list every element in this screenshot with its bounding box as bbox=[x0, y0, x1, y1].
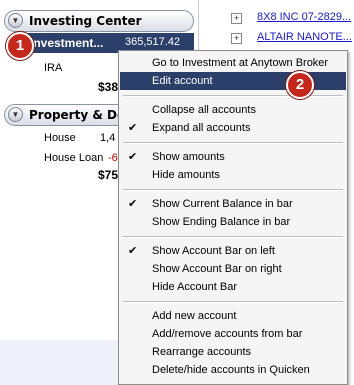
menu-separator bbox=[123, 95, 343, 97]
menu-item-label: Show Account Bar on left bbox=[152, 245, 275, 257]
menu-item-label: Hide Account Bar bbox=[152, 281, 237, 293]
security-link[interactable]: ALTAIR NANOTE... bbox=[257, 31, 352, 43]
account-name-house[interactable]: House bbox=[44, 132, 76, 144]
menu-item-show-current-balance[interactable]: ✔ Show Current Balance in bar bbox=[120, 195, 346, 213]
menu-item-bar-on-right[interactable]: Show Account Bar on right bbox=[120, 260, 346, 278]
checkmark-icon: ✔ bbox=[128, 245, 138, 257]
checkmark-icon: ✔ bbox=[128, 198, 138, 210]
menu-item-label: Rearrange accounts bbox=[152, 346, 252, 358]
expand-plus-icon[interactable]: + bbox=[231, 33, 242, 44]
menu-item-label: Show Ending Balance in bar bbox=[152, 216, 291, 228]
menu-separator bbox=[123, 142, 343, 144]
list-item[interactable]: + 8X8 INC 07-2829... bbox=[199, 8, 354, 28]
callout-badge-1: 1 bbox=[6, 32, 34, 60]
menu-item-expand-all[interactable]: ✔ Expand all accounts bbox=[120, 119, 346, 137]
menu-item-go-to-investment[interactable]: Go to Investment at Anytown Broker bbox=[120, 54, 346, 72]
account-amount: 365,517.42 bbox=[125, 36, 181, 48]
menu-item-label: Go to Investment at Anytown Broker bbox=[152, 57, 329, 69]
menu-item-label: Add new account bbox=[152, 310, 237, 322]
context-menu: Go to Investment at Anytown Broker Edit … bbox=[118, 50, 348, 385]
menu-separator bbox=[123, 189, 343, 191]
menu-item-delete-hide-accounts[interactable]: Delete/hide accounts in Quicken bbox=[120, 361, 346, 379]
security-link[interactable]: 8X8 INC 07-2829... bbox=[257, 11, 351, 23]
menu-item-label: Show Account Bar on right bbox=[152, 263, 282, 275]
account-name-house-loan[interactable]: House Loan bbox=[44, 152, 103, 164]
menu-item-label: Show amounts bbox=[152, 151, 225, 163]
menu-item-collapse-all[interactable]: Collapse all accounts bbox=[120, 101, 346, 119]
menu-separator bbox=[123, 236, 343, 238]
menu-item-hide-amounts[interactable]: Hide amounts bbox=[120, 166, 346, 184]
menu-item-label: Hide amounts bbox=[152, 169, 220, 181]
account-name-ira[interactable]: IRA bbox=[44, 62, 62, 74]
menu-item-show-ending-balance[interactable]: Show Ending Balance in bar bbox=[120, 213, 346, 231]
menu-item-rearrange-accounts[interactable]: Rearrange accounts bbox=[120, 343, 346, 361]
collapse-chevron-icon[interactable]: ▼ bbox=[8, 13, 23, 28]
account-amount-house: 1,4 bbox=[100, 132, 116, 144]
menu-item-show-amounts[interactable]: ✔ Show amounts bbox=[120, 148, 346, 166]
expand-plus-icon[interactable]: + bbox=[231, 13, 242, 24]
menu-item-label: Expand all accounts bbox=[152, 122, 251, 134]
checkmark-icon: ✔ bbox=[128, 151, 138, 163]
menu-item-add-remove-accounts[interactable]: Add/remove accounts from bar bbox=[120, 325, 346, 343]
menu-item-label: Add/remove accounts from bar bbox=[152, 328, 303, 340]
list-item[interactable]: + ALTAIR NANOTE... bbox=[199, 28, 354, 48]
investing-center-header[interactable]: ▼ Investing Center bbox=[4, 10, 194, 32]
ira-total: $38 bbox=[98, 80, 119, 94]
menu-item-hide-account-bar[interactable]: Hide Account Bar bbox=[120, 278, 346, 296]
menu-item-label: Collapse all accounts bbox=[152, 104, 256, 116]
menu-item-label: Delete/hide accounts in Quicken bbox=[152, 364, 310, 376]
menu-separator bbox=[123, 301, 343, 303]
menu-item-label: Edit account bbox=[152, 75, 213, 87]
callout-badge-2: 2 bbox=[286, 71, 314, 99]
menu-item-add-new-account[interactable]: Add new account bbox=[120, 307, 346, 325]
menu-item-bar-on-left[interactable]: ✔ Show Account Bar on left bbox=[120, 242, 346, 260]
property-total: $75 bbox=[98, 168, 119, 182]
checkmark-icon: ✔ bbox=[128, 122, 138, 134]
collapse-chevron-icon[interactable]: ▼ bbox=[8, 107, 23, 122]
account-name: Investment... bbox=[30, 36, 104, 50]
account-amount-house-loan: -6 bbox=[108, 152, 118, 164]
menu-item-label: Show Current Balance in bar bbox=[152, 198, 293, 210]
group-label: Investing Center bbox=[29, 14, 142, 28]
